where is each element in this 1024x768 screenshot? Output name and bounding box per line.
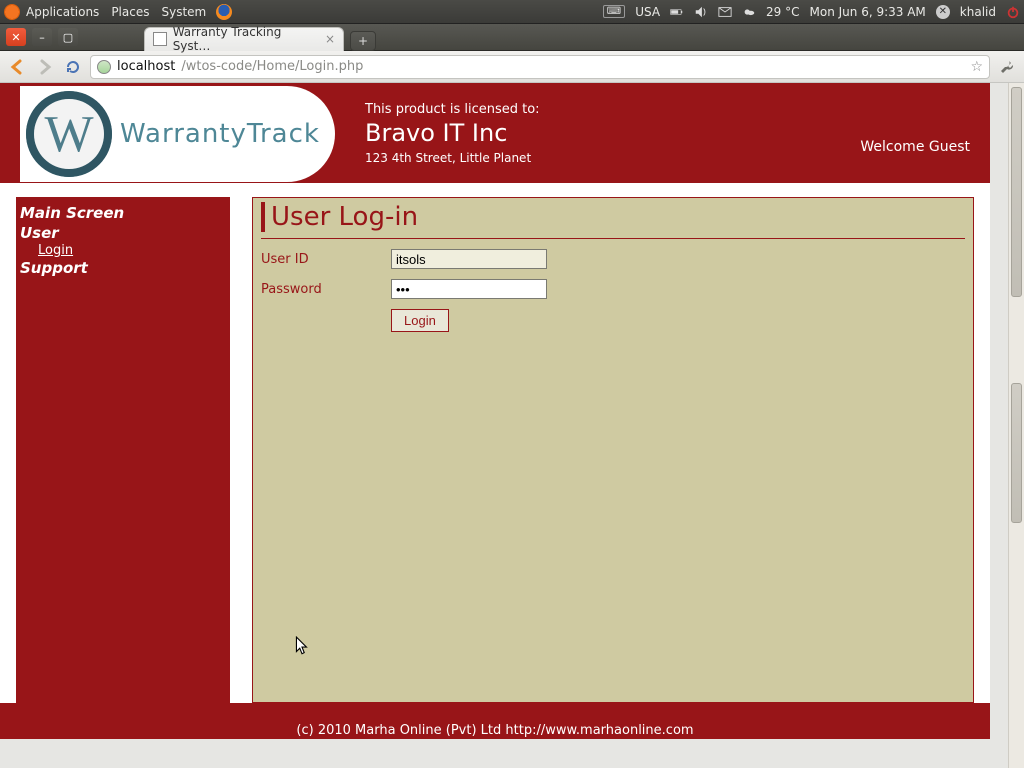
url-host: localhost bbox=[117, 59, 175, 74]
keyboard-layout[interactable]: USA bbox=[635, 5, 660, 19]
main-panel: User Log-in User ID Password Login bbox=[252, 197, 974, 703]
window-close-button[interactable]: ✕ bbox=[6, 28, 26, 46]
userid-label: User ID bbox=[261, 252, 391, 267]
address-bar[interactable]: localhost/wtos-code/Home/Login.php ☆ bbox=[90, 55, 990, 79]
sidebar-sub-login[interactable]: Login bbox=[16, 243, 230, 258]
window-maximize-button[interactable]: ▢ bbox=[58, 28, 78, 46]
ubuntu-logo-icon[interactable] bbox=[4, 4, 20, 20]
tab-close-icon[interactable]: × bbox=[325, 32, 335, 46]
panel-menus: Applications Places System bbox=[26, 5, 206, 19]
forward-button[interactable] bbox=[34, 56, 56, 78]
firefox-icon[interactable] bbox=[216, 4, 232, 20]
tab-strip: Warranty Tracking Syst… × + bbox=[84, 24, 1018, 51]
bookmark-star-icon[interactable]: ☆ bbox=[970, 59, 983, 75]
settings-wrench-button[interactable] bbox=[996, 56, 1018, 78]
tab-title: Warranty Tracking Syst… bbox=[173, 25, 319, 53]
viewport: W WarrantyTrack This product is licensed… bbox=[0, 83, 1024, 768]
vertical-scrollbar[interactable] bbox=[1008, 83, 1024, 768]
menu-system[interactable]: System bbox=[161, 5, 206, 19]
weather-temp[interactable]: 29 °C bbox=[766, 5, 799, 19]
logo-text: WarrantyTrack bbox=[120, 119, 320, 149]
title-divider bbox=[261, 238, 965, 239]
sidebar-item-support[interactable]: Support bbox=[16, 258, 230, 278]
weather-icon[interactable] bbox=[742, 5, 756, 19]
window-minimize-button[interactable]: – bbox=[32, 28, 52, 46]
footer-text: (c) 2010 Marha Online (Pvt) Ltd http://w… bbox=[296, 723, 693, 738]
back-button[interactable] bbox=[6, 56, 28, 78]
password-label: Password bbox=[261, 282, 391, 297]
user-status-icon[interactable]: ✕ bbox=[936, 5, 950, 19]
menu-places[interactable]: Places bbox=[111, 5, 149, 19]
sidebar: Main Screen User Login Support bbox=[16, 197, 230, 703]
license-block: This product is licensed to: Bravo IT In… bbox=[365, 102, 540, 165]
site-identity-icon[interactable] bbox=[97, 60, 111, 74]
logo-gear-icon: W bbox=[26, 91, 112, 177]
username[interactable]: khalid bbox=[960, 5, 996, 19]
new-tab-button[interactable]: + bbox=[350, 31, 376, 51]
sidebar-link-login[interactable]: Login bbox=[38, 243, 73, 258]
browser-toolbar: localhost/wtos-code/Home/Login.php ☆ bbox=[0, 51, 1024, 83]
battery-icon[interactable] bbox=[670, 5, 684, 19]
sidebar-item-main-screen[interactable]: Main Screen bbox=[16, 203, 230, 223]
power-icon[interactable] bbox=[1006, 5, 1020, 19]
menu-applications[interactable]: Applications bbox=[26, 5, 99, 19]
mail-icon[interactable] bbox=[718, 5, 732, 19]
licensed-label: This product is licensed to: bbox=[365, 102, 540, 117]
scrollbar-thumb[interactable] bbox=[1011, 87, 1022, 297]
os-top-panel: Applications Places System ⌨ USA 29 °C M… bbox=[0, 0, 1024, 24]
window-titlebar: ✕ – ▢ Warranty Tracking Syst… × + bbox=[0, 24, 1024, 51]
licensed-company: Bravo IT Inc bbox=[365, 119, 540, 147]
tab-favicon-icon bbox=[153, 32, 167, 46]
app-header: W WarrantyTrack This product is licensed… bbox=[0, 83, 990, 183]
password-input[interactable] bbox=[391, 279, 547, 299]
page-title: User Log-in bbox=[261, 202, 965, 232]
app-footer: (c) 2010 Marha Online (Pvt) Ltd http://w… bbox=[0, 703, 990, 739]
app-logo: W WarrantyTrack bbox=[20, 86, 335, 182]
clock[interactable]: Mon Jun 6, 9:33 AM bbox=[810, 5, 926, 19]
app-root: W WarrantyTrack This product is licensed… bbox=[0, 83, 990, 739]
licensed-address: 123 4th Street, Little Planet bbox=[365, 151, 540, 165]
welcome-text: Welcome Guest bbox=[860, 139, 970, 155]
system-tray: ⌨ USA 29 °C Mon Jun 6, 9:33 AM ✕ khalid bbox=[603, 5, 1020, 19]
login-button[interactable]: Login bbox=[391, 309, 449, 332]
browser-tab[interactable]: Warranty Tracking Syst… × bbox=[144, 27, 344, 51]
keyboard-indicator[interactable]: ⌨ bbox=[603, 5, 625, 18]
url-path: /wtos-code/Home/Login.php bbox=[181, 59, 363, 74]
volume-icon[interactable] bbox=[694, 5, 708, 19]
scrollbar-thumb[interactable] bbox=[1011, 383, 1022, 523]
userid-input[interactable] bbox=[391, 249, 547, 269]
reload-button[interactable] bbox=[62, 56, 84, 78]
app-body: Main Screen User Login Support User Log-… bbox=[0, 183, 990, 703]
sidebar-item-user[interactable]: User bbox=[16, 223, 230, 243]
